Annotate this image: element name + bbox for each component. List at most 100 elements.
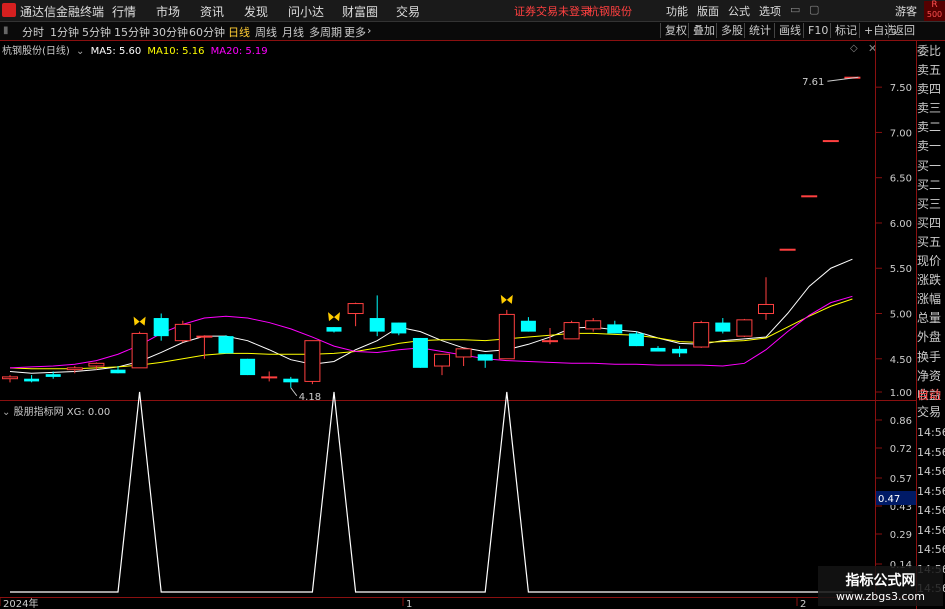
candle-body [304, 340, 321, 382]
period-intraday[interactable]: 分时 [22, 24, 44, 40]
lock-icon[interactable]: ▢ [809, 3, 819, 16]
menu-formula[interactable]: 公式 [728, 3, 750, 19]
y-tick-label: 6.00 [890, 219, 912, 230]
candle-body [196, 335, 213, 338]
y-tick-label: 7.50 [890, 83, 912, 94]
main-chart-legend: 杭钢股份(日线) ⌄ MA5: 5.60 MA10: 5.16 MA20: 5.… [2, 42, 271, 57]
chart-canvas[interactable]: 7.50 7.00 6.50 6.00 5.50 5.00 4.50 1.00 0.86 0.7… [0, 0, 945, 609]
period-weekly[interactable]: 周线 [255, 24, 277, 40]
trade-label[interactable]: 交易 [917, 403, 945, 420]
menu-layout[interactable]: 版面 [697, 3, 719, 19]
toolbar-adjust-button[interactable]: 复权 [660, 23, 691, 38]
period-1min[interactable]: 1分钟 [50, 24, 79, 40]
candle-body [369, 318, 385, 332]
minimize-icon[interactable]: ▭ [790, 3, 800, 16]
ma-series-line [9, 295, 853, 369]
menu-bar: 通达信金融终端 行情 市场 资讯 发现 问小达 财富圈 交易 证券交易未登录 杭… [0, 0, 945, 22]
menu-item-market[interactable]: 市场 [156, 3, 180, 20]
indicator-tick-label: 0.43 [890, 502, 912, 513]
candle-body [66, 367, 83, 371]
candle-body [801, 195, 818, 198]
toolbar-stats-button[interactable]: 统计 [744, 23, 775, 38]
chart-title: 杭钢股份(日线) [2, 46, 70, 57]
period-60min[interactable]: 60分钟 [189, 24, 225, 40]
site-watermark: 指标公式网 www.zbgs3.com [818, 566, 943, 606]
side-panel-item: 外盘 [917, 330, 942, 345]
candle-body [391, 322, 407, 334]
menu-item-news[interactable]: 资讯 [200, 3, 224, 20]
side-panel-item: 换手 [917, 349, 942, 364]
time-axis-labels: 2024年 1 2 [0, 597, 806, 609]
side-panel-item: 买四 [917, 215, 942, 230]
side-panel-item: 卖五 [917, 63, 942, 78]
toolbar-f10-button[interactable]: F10 [803, 23, 832, 38]
toolbar-multistock-button[interactable]: 多股 [716, 23, 747, 38]
toolbar-overlay-button[interactable]: 叠加 [688, 23, 719, 38]
menu-function[interactable]: 功能 [666, 3, 688, 19]
candle-body [585, 320, 602, 330]
candle-body [758, 303, 774, 315]
guest-user[interactable]: 游客 [895, 3, 917, 19]
period-5min[interactable]: 5分钟 [82, 24, 111, 40]
ma-series-line [9, 298, 853, 370]
y-tick-label: 6.50 [890, 174, 912, 185]
indicator-value: XG: 0.00 [66, 407, 111, 418]
watermark-url: www.zbgs3.com [836, 590, 925, 603]
side-panel-item: 总量 [917, 311, 942, 326]
candle-body [2, 376, 18, 380]
side-panel-item: 卖四 [917, 82, 942, 97]
low-pointer-line [290, 387, 298, 397]
menu-item-ask[interactable]: 问小达 [288, 3, 324, 20]
login-notice[interactable]: 证券交易未登录 [514, 3, 591, 19]
candle-body [693, 322, 710, 348]
period-multi[interactable]: 多周期 [309, 24, 342, 40]
period-monthly[interactable]: 月线 [282, 24, 304, 40]
auto-label[interactable]: 自动 [917, 386, 945, 403]
quote-side-panel: 委比 卖五 卖四 卖三 卖二 卖一 买一 买二 买三 买四 买五 现价 涨跌 涨幅 总量 外盘 换手 净资 收益 [917, 42, 945, 405]
toolbar-mark-button[interactable]: 标记 [830, 23, 861, 38]
candle-body [736, 319, 753, 337]
chart-close-icon[interactable]: ✕ [868, 42, 877, 55]
indicator-toggle-icon[interactable]: ⌄ [2, 407, 10, 418]
corner-badge: R 500 [924, 1, 945, 21]
menu-item-discover[interactable]: 发现 [244, 3, 268, 20]
indicator-tick-label: 0.86 [890, 416, 912, 427]
menu-item-trade[interactable]: 交易 [396, 3, 420, 20]
toolbar-back-button[interactable]: 返回 [888, 23, 919, 38]
toolbar-draw-button[interactable]: 画线 [774, 23, 805, 38]
indicator-tick-label: 0.29 [890, 530, 912, 541]
indicator-tick-label: 0.72 [890, 444, 912, 455]
candle-body [110, 369, 126, 374]
y-tick-label: 4.50 [890, 355, 912, 366]
menu-options[interactable]: 选项 [759, 3, 781, 19]
candle-body [498, 313, 515, 360]
menu-item-wealth[interactable]: 财富圈 [342, 3, 378, 20]
current-stock: 杭钢股份 [588, 5, 632, 18]
ma10-label: MA10: 5.16 [147, 46, 205, 57]
side-panel-item: 净资 [917, 368, 942, 383]
signal-marker-icon [133, 316, 146, 326]
legend-toggle-icon[interactable]: ⌄ [76, 46, 84, 57]
candle-body [672, 348, 688, 354]
period-daily[interactable]: 日线 [228, 24, 250, 40]
menu-item-quotes[interactable]: 行情 [112, 3, 136, 20]
candle-body [218, 336, 234, 354]
chevron-right-icon[interactable]: › [367, 24, 371, 37]
xg-series-line [10, 391, 853, 593]
period-15min[interactable]: 15分钟 [114, 24, 150, 40]
signal-markers [133, 294, 513, 326]
side-panel-item: 卖三 [917, 101, 942, 116]
chart-settings-icon[interactable]: ◇ [850, 43, 858, 54]
side-panel-item: 买五 [917, 234, 942, 249]
auto-trade-box: 自动 交易 [917, 386, 945, 420]
candle-body [261, 376, 278, 379]
candle-body [45, 374, 61, 377]
price-annotations: 7.61 4.18 [290, 76, 859, 403]
period-30min[interactable]: 30分钟 [152, 24, 188, 40]
candle-body [844, 76, 861, 79]
xg-indicator [10, 391, 853, 593]
toolbar-grip-icon: ▮ [3, 25, 9, 36]
side-panel-item: 买三 [917, 196, 942, 211]
tick-time: 14:56 [917, 484, 945, 498]
period-more[interactable]: 更多 [344, 24, 366, 40]
